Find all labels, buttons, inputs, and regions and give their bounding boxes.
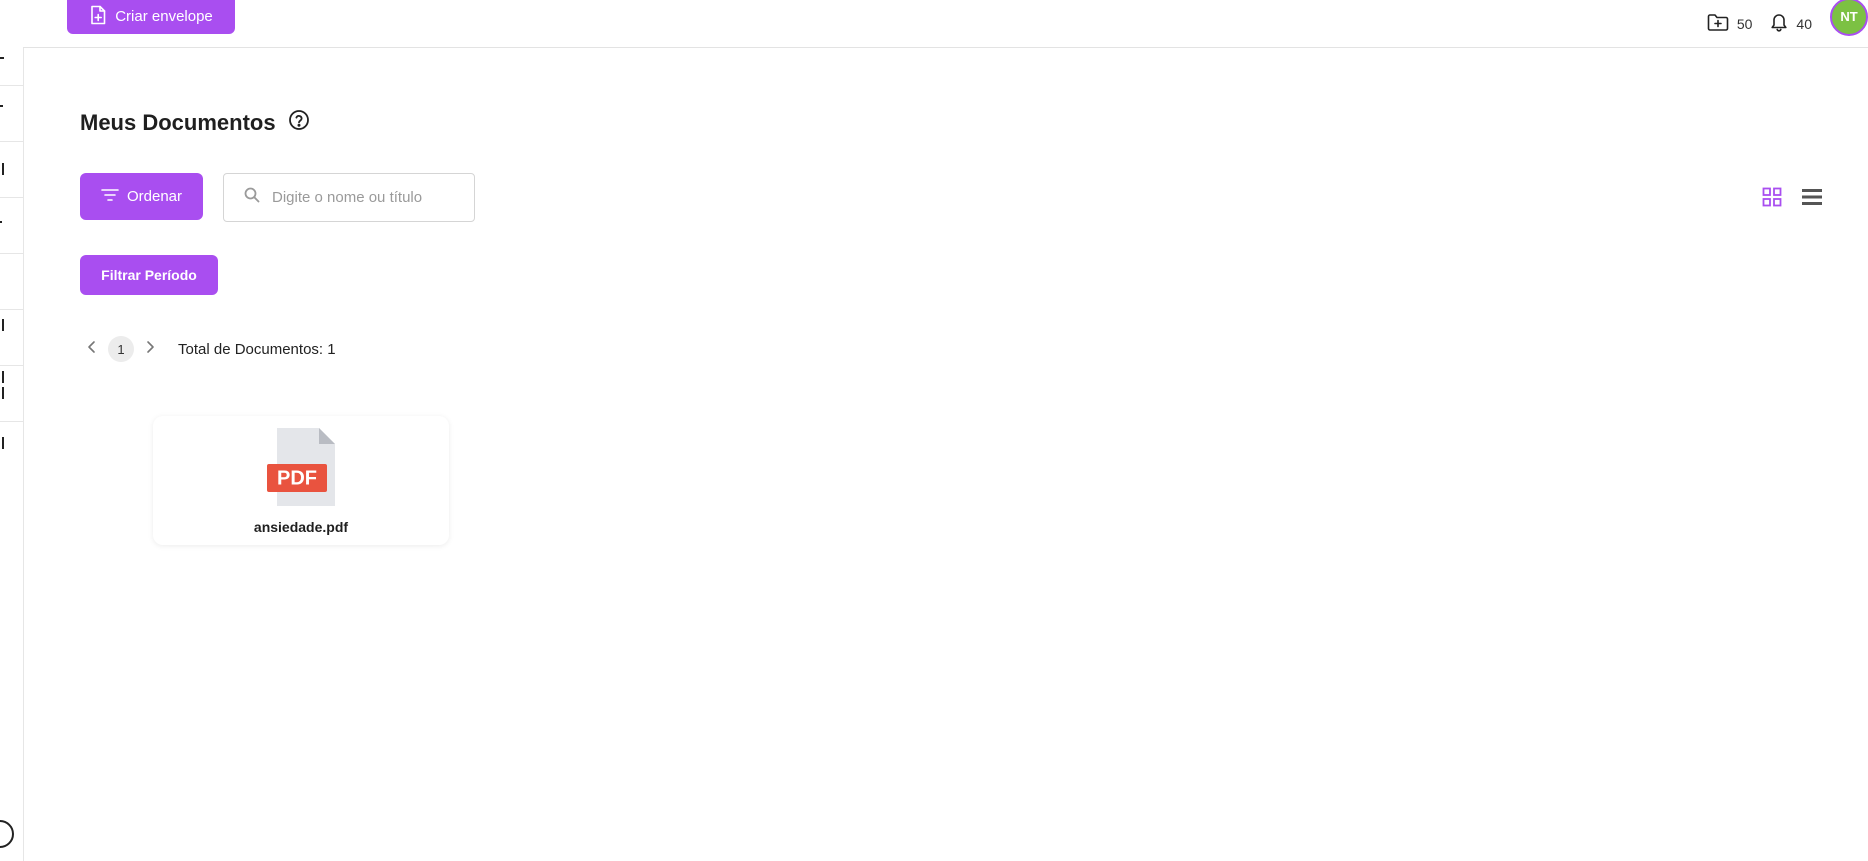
search-input[interactable]	[270, 188, 474, 207]
create-envelope-button[interactable]: Criar envelope	[67, 0, 235, 34]
top-bar: Criar envelope 50 40 NT	[23, 0, 1868, 48]
filter-period-button[interactable]: Filtrar Período	[80, 255, 218, 295]
order-button[interactable]: Ordenar	[80, 173, 203, 220]
chevron-left-icon[interactable]	[86, 340, 98, 358]
sidebar-item-7-icon	[0, 387, 4, 399]
page-title: Meus Documentos	[80, 109, 276, 135]
sidebar-item-1[interactable]	[0, 29, 23, 86]
list-view-icon[interactable]	[1802, 188, 1822, 211]
sidebar-item-3[interactable]	[0, 141, 23, 198]
sidebar-item-1-icon	[0, 57, 4, 61]
notification-counter[interactable]: 40	[1770, 12, 1812, 35]
bell-icon	[1770, 12, 1788, 35]
folder-plus-icon	[1707, 13, 1729, 34]
sidebar-item-4[interactable]	[0, 197, 23, 254]
document-name: ansiedade.pdf	[253, 519, 349, 535]
folder-count: 50	[1736, 15, 1753, 32]
help-circle-icon[interactable]	[288, 109, 310, 136]
notification-count: 40	[1796, 15, 1812, 32]
file-plus-icon	[89, 5, 107, 29]
page-header: Meus Documentos	[80, 109, 310, 136]
document-card[interactable]: PDF ansiedade.pdf	[153, 416, 449, 545]
search-icon	[244, 187, 260, 208]
pdf-badge-text: PDF	[277, 468, 317, 490]
top-right-actions: 50 40 NT	[1707, 0, 1868, 47]
total-documents: Total de Documentos: 1	[178, 340, 336, 358]
grid-view-icon[interactable]	[1762, 187, 1782, 212]
avatar[interactable]: NT	[1830, 0, 1868, 36]
order-label: Ordenar	[126, 188, 183, 205]
sidebar-item-2[interactable]	[0, 85, 23, 142]
create-envelope-label: Criar envelope	[115, 8, 213, 25]
search-box	[223, 173, 475, 222]
sidebar-item-5[interactable]	[0, 253, 23, 331]
folder-counter[interactable]: 50	[1707, 13, 1753, 34]
filter-lines-icon	[101, 188, 119, 206]
sidebar-collapse-icon[interactable]	[0, 820, 14, 848]
view-toggles	[1762, 187, 1822, 212]
filter-period-label: Filtrar Período	[101, 267, 197, 283]
pdf-file-icon: PDF	[265, 426, 337, 513]
sidebar-item-6[interactable]	[0, 309, 23, 383]
sidebar-item-2-icon	[0, 105, 3, 109]
sidebar-item-8[interactable]	[0, 421, 23, 477]
sidebar-item-4-icon	[0, 221, 2, 225]
sidebar-item-8-icon	[0, 437, 4, 449]
sidebar	[0, 0, 24, 861]
sidebar-item-3-icon	[0, 163, 4, 175]
page-number[interactable]: 1	[108, 336, 134, 362]
sidebar-item-7[interactable]	[0, 365, 23, 422]
pagination: 1 Total de Documentos: 1	[86, 336, 336, 362]
chevron-right-icon[interactable]	[144, 340, 156, 358]
